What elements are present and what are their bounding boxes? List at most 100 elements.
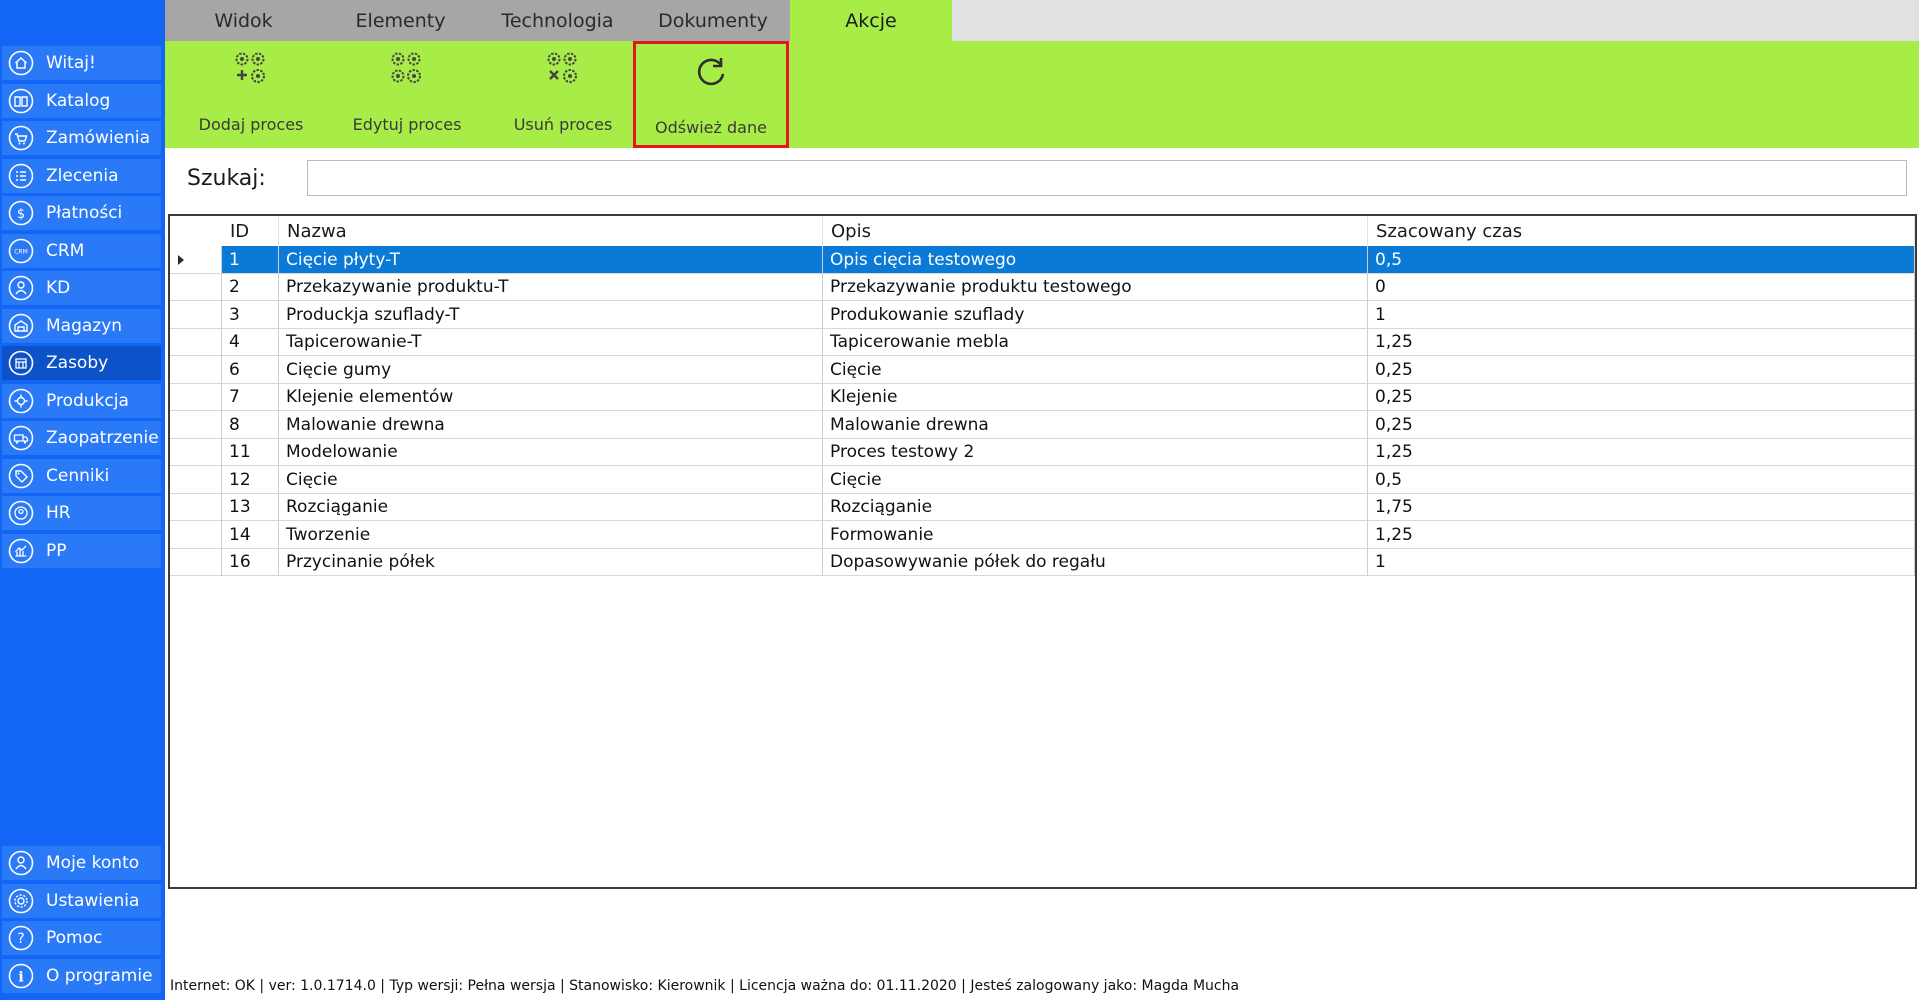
sidebar-item-zaopatrzenie[interactable]: Zaopatrzenie bbox=[2, 421, 161, 455]
refresh-data-button[interactable]: Odśwież dane bbox=[633, 41, 789, 148]
table-cell-description[interactable]: Proces testowy 2 bbox=[823, 438, 1368, 466]
table-cell-name[interactable]: Cięcie gumy bbox=[279, 356, 823, 383]
table-row[interactable]: 4 Tapicerowanie-T Tapicerowanie mebla 1,25 bbox=[170, 328, 1915, 356]
table-row[interactable]: 1 Cięcie płyty-T Opis cięcia testowego 0,5 bbox=[170, 246, 1915, 274]
table-cell-description[interactable]: Klejenie bbox=[823, 383, 1368, 411]
table-cell-estimated-time[interactable]: 0 bbox=[1368, 273, 1915, 301]
row-header[interactable] bbox=[170, 246, 222, 273]
sidebar-item-magazyn[interactable]: Magazyn bbox=[2, 308, 161, 343]
table-cell-description[interactable]: Tapicerowanie mebla bbox=[823, 328, 1368, 356]
table-row[interactable]: 13 Rozciąganie Rozciąganie 1,75 bbox=[170, 493, 1915, 521]
table-cell-estimated-time[interactable]: 0,25 bbox=[1368, 383, 1915, 411]
table-cell-name[interactable]: Rozciąganie bbox=[279, 493, 823, 521]
sidebar-item-crm[interactable]: CRM CRM bbox=[2, 233, 161, 268]
table-cell-description[interactable]: Dopasowywanie półek do regału bbox=[823, 548, 1368, 576]
row-header[interactable] bbox=[170, 411, 222, 438]
table-row[interactable]: 7 Klejenie elementów Klejenie 0,25 bbox=[170, 383, 1915, 411]
table-cell-estimated-time[interactable]: 1 bbox=[1368, 301, 1915, 328]
table-row[interactable]: 16 Przycinanie półek Dopasowywanie półek d… bbox=[170, 548, 1915, 576]
column-header-id[interactable]: ID bbox=[222, 216, 279, 246]
sidebar-item-pomoc[interactable]: ? Pomoc bbox=[2, 921, 161, 955]
table-cell-id[interactable]: 1 bbox=[222, 246, 279, 273]
tab-technologia[interactable]: Technologia bbox=[479, 0, 636, 41]
table-cell-estimated-time[interactable]: 0,25 bbox=[1368, 411, 1915, 438]
delete-process-button[interactable]: Usuń proces bbox=[485, 41, 641, 148]
column-header-estimated-time[interactable]: Szacowany czas bbox=[1368, 216, 1915, 246]
sidebar-item-zlecenia[interactable]: Zlecenia bbox=[2, 158, 161, 193]
sidebar-item-o-programie[interactable]: i O programie bbox=[2, 958, 161, 993]
table-cell-id[interactable]: 4 bbox=[222, 328, 279, 356]
sidebar-item-witaj-[interactable]: Witaj! bbox=[2, 46, 161, 80]
table-cell-description[interactable]: Cięcie bbox=[823, 466, 1368, 493]
sidebar-item-ustawienia[interactable]: Ustawienia bbox=[2, 883, 161, 918]
row-header[interactable] bbox=[170, 356, 222, 383]
table-row[interactable]: 14 Tworzenie Formowanie 1,25 bbox=[170, 521, 1915, 549]
tab-dokumenty[interactable]: Dokumenty bbox=[636, 0, 790, 41]
row-header[interactable] bbox=[170, 548, 222, 576]
table-cell-estimated-time[interactable]: 1,25 bbox=[1368, 438, 1915, 466]
add-process-button[interactable]: Dodaj proces bbox=[173, 41, 329, 148]
table-row[interactable]: 12 Cięcie Cięcie 0,5 bbox=[170, 466, 1915, 494]
table-cell-description[interactable]: Malowanie drewna bbox=[823, 411, 1368, 438]
tab-widok[interactable]: Widok bbox=[165, 0, 322, 41]
row-header[interactable] bbox=[170, 301, 222, 328]
table-row[interactable]: 2 Przekazywanie produktu-T Przekazywanie p… bbox=[170, 273, 1915, 301]
table-cell-name[interactable]: Tapicerowanie-T bbox=[279, 328, 823, 356]
table-cell-description[interactable]: Cięcie bbox=[823, 356, 1368, 383]
table-cell-id[interactable]: 3 bbox=[222, 301, 279, 328]
table-cell-id[interactable]: 7 bbox=[222, 383, 279, 411]
table-cell-name[interactable]: Tworzenie bbox=[279, 521, 823, 548]
table-cell-id[interactable]: 2 bbox=[222, 273, 279, 301]
table-cell-estimated-time[interactable]: 1,75 bbox=[1368, 493, 1915, 521]
table-cell-id[interactable]: 11 bbox=[222, 438, 279, 466]
table-cell-name[interactable]: Klejenie elementów bbox=[279, 383, 823, 411]
row-header[interactable] bbox=[170, 273, 222, 301]
sidebar-item-zasoby[interactable]: Zasoby bbox=[2, 346, 161, 380]
tab-akcje[interactable]: Akcje bbox=[790, 0, 952, 41]
table-cell-id[interactable]: 16 bbox=[222, 548, 279, 576]
table-cell-estimated-time[interactable]: 0,5 bbox=[1368, 466, 1915, 493]
table-cell-name[interactable]: Cięcie płyty-T bbox=[279, 246, 823, 273]
table-row[interactable]: 11 Modelowanie Proces testowy 2 1,25 bbox=[170, 438, 1915, 466]
sidebar-item-zamówienia[interactable]: Zamówienia bbox=[2, 121, 161, 155]
table-cell-id[interactable]: 13 bbox=[222, 493, 279, 521]
sidebar-item-produkcja[interactable]: Produkcja bbox=[2, 383, 161, 418]
table-cell-estimated-time[interactable]: 0,5 bbox=[1368, 246, 1915, 273]
sidebar-item-hr[interactable]: HR bbox=[2, 496, 161, 530]
column-header-name[interactable]: Nazwa bbox=[279, 216, 823, 246]
table-row[interactable]: 6 Cięcie gumy Cięcie 0,25 bbox=[170, 356, 1915, 384]
row-header[interactable] bbox=[170, 521, 222, 548]
edit-process-button[interactable]: Edytuj proces bbox=[329, 41, 485, 148]
row-header[interactable] bbox=[170, 438, 222, 466]
table-row[interactable]: 3 Produckja szuflady-T Produkowanie szufla… bbox=[170, 301, 1915, 329]
row-header[interactable] bbox=[170, 328, 222, 356]
table-cell-id[interactable]: 8 bbox=[222, 411, 279, 438]
row-header[interactable] bbox=[170, 493, 222, 521]
table-cell-description[interactable]: Produkowanie szuflady bbox=[823, 301, 1368, 328]
table-cell-description[interactable]: Opis cięcia testowego bbox=[823, 246, 1368, 273]
table-cell-name[interactable]: Przekazywanie produktu-T bbox=[279, 273, 823, 301]
tab-elementy[interactable]: Elementy bbox=[322, 0, 479, 41]
table-cell-id[interactable]: 14 bbox=[222, 521, 279, 548]
table-cell-name[interactable]: Modelowanie bbox=[279, 438, 823, 466]
table-cell-name[interactable]: Malowanie drewna bbox=[279, 411, 823, 438]
table-cell-name[interactable]: Przycinanie półek bbox=[279, 548, 823, 576]
table-cell-description[interactable]: Rozciąganie bbox=[823, 493, 1368, 521]
table-row[interactable]: 8 Malowanie drewna Malowanie drewna 0,25 bbox=[170, 411, 1915, 439]
search-input[interactable] bbox=[307, 160, 1907, 196]
table-cell-estimated-time[interactable]: 1 bbox=[1368, 548, 1915, 576]
column-header-description[interactable]: Opis bbox=[823, 216, 1368, 246]
table-cell-name[interactable]: Produckja szuflady-T bbox=[279, 301, 823, 328]
table-cell-description[interactable]: Formowanie bbox=[823, 521, 1368, 548]
table-cell-name[interactable]: Cięcie bbox=[279, 466, 823, 493]
row-header[interactable] bbox=[170, 383, 222, 411]
table-cell-estimated-time[interactable]: 0,25 bbox=[1368, 356, 1915, 383]
sidebar-item-płatności[interactable]: $ Płatności bbox=[2, 196, 161, 230]
table-cell-estimated-time[interactable]: 1,25 bbox=[1368, 328, 1915, 356]
sidebar-item-kd[interactable]: KD bbox=[2, 271, 161, 305]
sidebar-item-moje-konto[interactable]: Moje konto bbox=[2, 846, 161, 880]
row-header[interactable] bbox=[170, 466, 222, 493]
sidebar-item-katalog[interactable]: Katalog bbox=[2, 83, 161, 118]
sidebar-item-cenniki[interactable]: Cenniki bbox=[2, 458, 161, 493]
table-cell-estimated-time[interactable]: 1,25 bbox=[1368, 521, 1915, 548]
